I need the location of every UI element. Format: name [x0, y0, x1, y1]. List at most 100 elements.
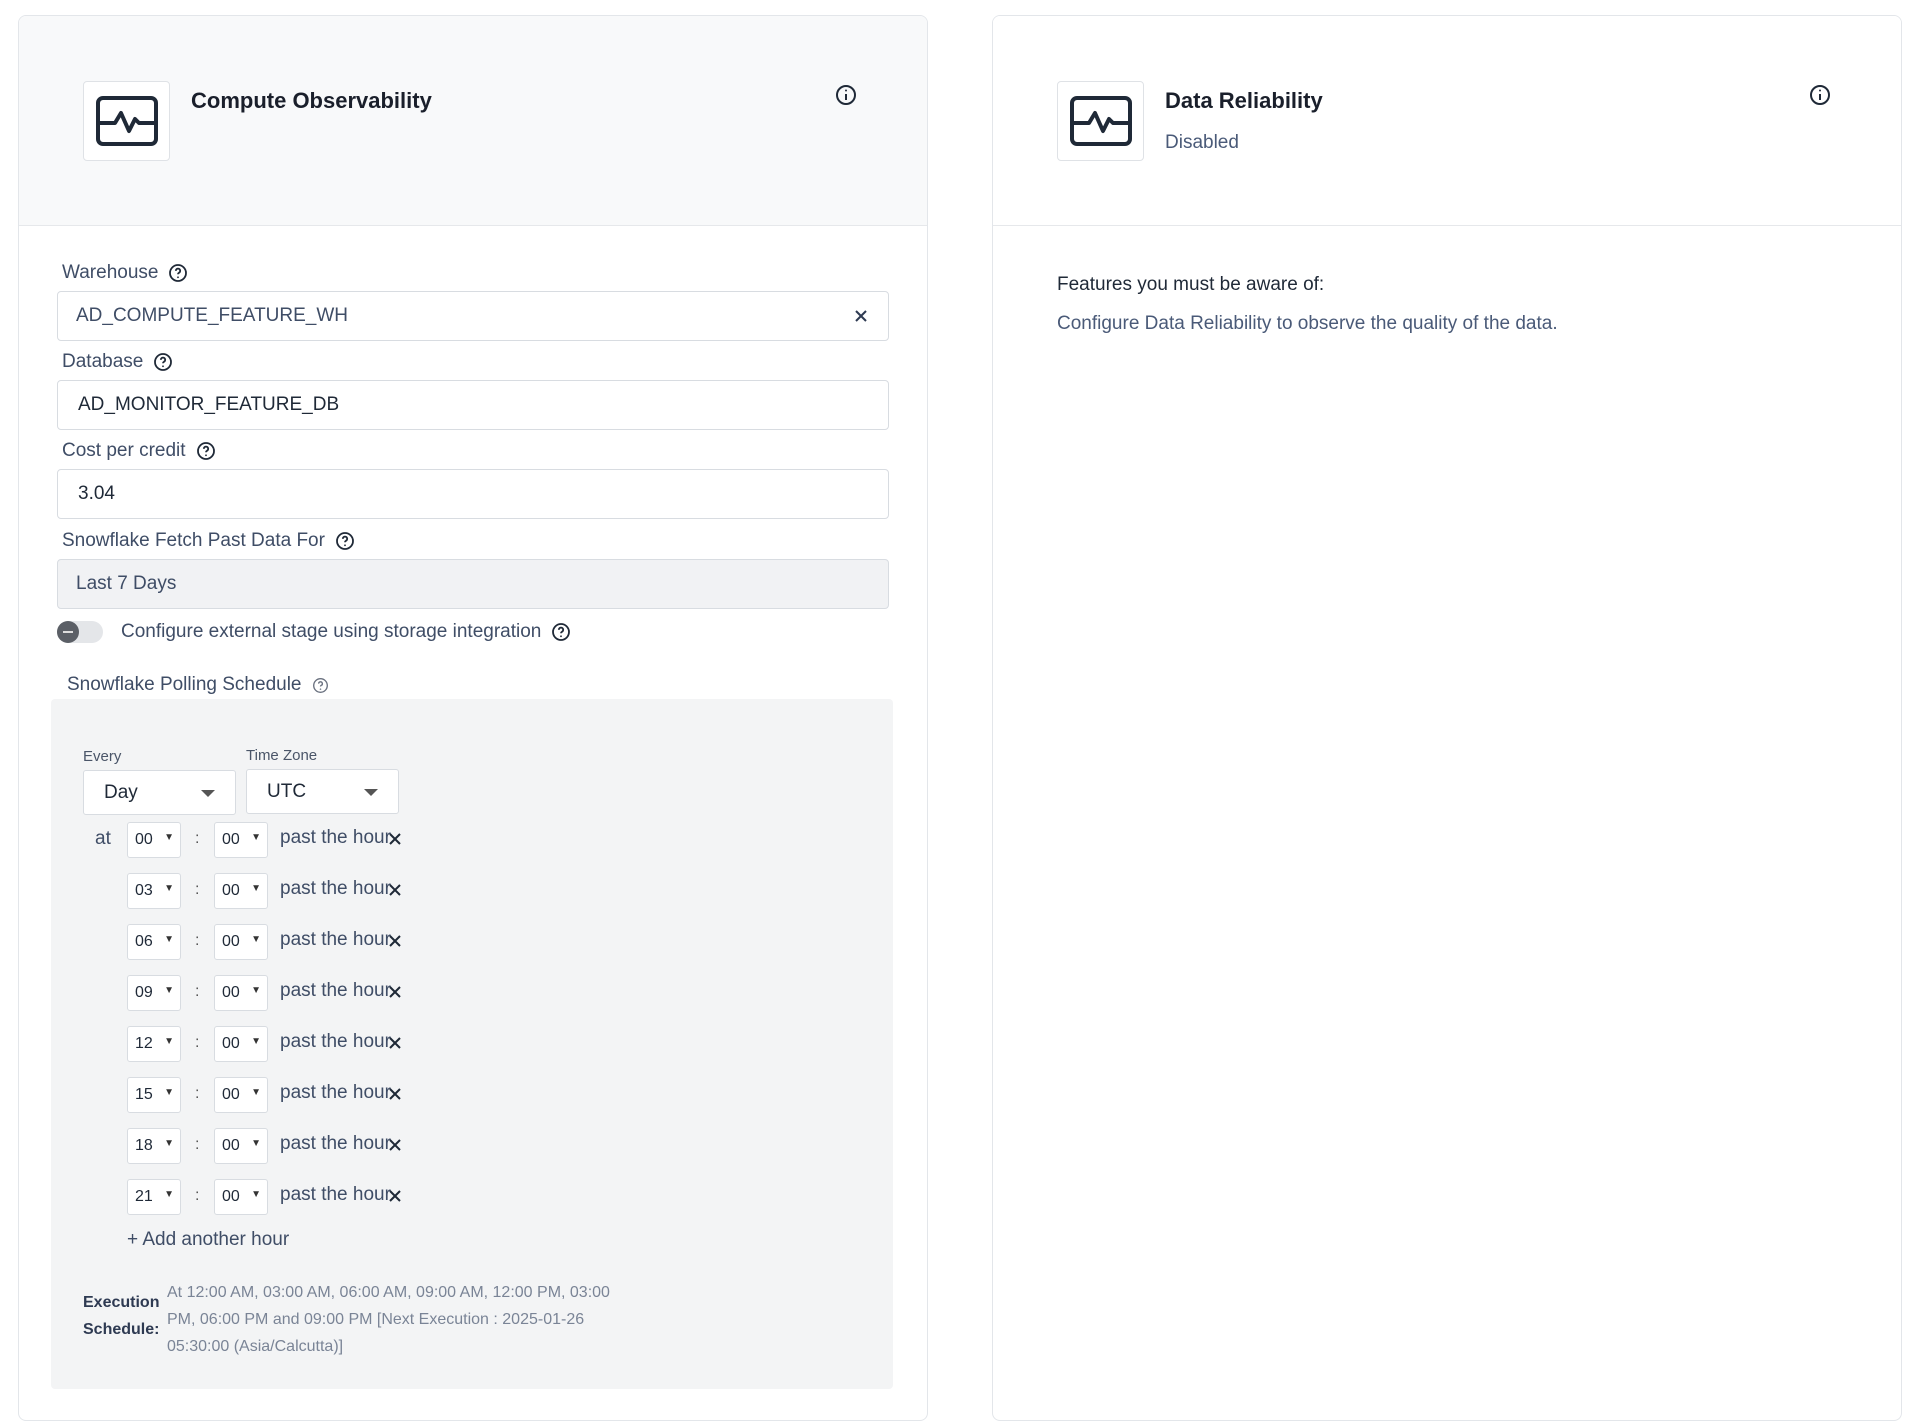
hour-select[interactable]: 12 ▼: [127, 1026, 181, 1062]
help-icon[interactable]: [335, 531, 355, 551]
minute-value: 00: [222, 882, 240, 899]
database-label: Database: [62, 351, 173, 373]
past-the-hour-label: past the hour: [280, 878, 391, 899]
hour-row: 06 ▼: 00 ▼ past the hour: [51, 924, 451, 962]
timezone-value: UTC: [267, 780, 307, 802]
caret-down-icon: ▼: [251, 985, 261, 996]
minute-select[interactable]: 00 ▼: [214, 873, 268, 909]
time-separator: :: [195, 983, 200, 1000]
minute-select[interactable]: 00 ▼: [214, 924, 268, 960]
minute-select[interactable]: 00 ▼: [214, 1128, 268, 1164]
features-aware-text: Configure Data Reliability to observe th…: [1057, 313, 1558, 334]
minute-select[interactable]: 00 ▼: [214, 822, 268, 858]
hour-select[interactable]: 00 ▼: [127, 822, 181, 858]
hour-row: at 00 ▼: 00 ▼ past the hour: [51, 822, 451, 860]
caret-down-icon: ▼: [164, 832, 174, 843]
info-icon[interactable]: [1809, 84, 1831, 106]
minute-value: 00: [222, 933, 240, 950]
help-icon[interactable]: [153, 352, 173, 372]
fetch-past-data-select: Last 7 Days: [57, 559, 889, 609]
hour-value: 03: [135, 882, 153, 899]
minute-value: 00: [222, 984, 240, 1001]
every-select[interactable]: Day: [83, 770, 236, 815]
hour-select[interactable]: 03 ▼: [127, 873, 181, 909]
compute-card-title: Compute Observability: [191, 88, 432, 113]
activity-monitor-icon: [1057, 81, 1144, 161]
minute-select[interactable]: 00 ▼: [214, 975, 268, 1011]
caret-down-icon: ▼: [164, 934, 174, 945]
timezone-label: Time Zone: [246, 747, 318, 764]
time-separator: :: [195, 932, 200, 949]
hour-row: 15 ▼: 00 ▼ past the hour: [51, 1077, 451, 1115]
hour-row: 09 ▼: 00 ▼ past the hour: [51, 975, 451, 1013]
minute-select[interactable]: 00 ▼: [214, 1077, 268, 1113]
caret-down-icon: ▼: [164, 1036, 174, 1047]
minute-select[interactable]: 00 ▼: [214, 1026, 268, 1062]
add-another-hour-button[interactable]: + Add another hour: [127, 1229, 289, 1251]
fetch-label-text: Snowflake Fetch Past Data For: [62, 530, 325, 551]
at-label: at: [95, 828, 111, 849]
hour-value: 18: [135, 1137, 153, 1154]
caret-down-icon: ▼: [251, 1138, 261, 1149]
caret-down-icon: ▼: [164, 1138, 174, 1149]
remove-hour-icon[interactable]: [387, 882, 403, 898]
remove-hour-icon[interactable]: [387, 984, 403, 1000]
caret-down-icon: ▼: [164, 883, 174, 894]
help-icon[interactable]: [551, 622, 571, 642]
minute-value: 00: [222, 1035, 240, 1052]
hour-select[interactable]: 15 ▼: [127, 1077, 181, 1113]
caret-down-icon: ▼: [251, 1087, 261, 1098]
execution-schedule-text: At 12:00 AM, 03:00 AM, 06:00 AM, 09:00 A…: [167, 1284, 610, 1355]
caret-down-icon: ▼: [251, 883, 261, 894]
time-separator: :: [195, 1187, 200, 1204]
minute-value: 00: [222, 831, 240, 848]
help-icon[interactable]: [196, 441, 216, 461]
remove-hour-icon[interactable]: [387, 933, 403, 949]
cost-per-credit-input[interactable]: 3.04: [57, 469, 889, 519]
past-the-hour-label: past the hour: [280, 1184, 391, 1205]
compute-card-header: Compute Observability: [19, 16, 927, 226]
cost-label-text: Cost per credit: [62, 440, 186, 461]
reliability-card-title: Data Reliability: [1165, 88, 1323, 113]
external-stage-toggle[interactable]: [57, 621, 103, 643]
cost-label: Cost per credit: [62, 440, 216, 462]
help-icon[interactable]: [168, 263, 188, 283]
remove-hour-icon[interactable]: [387, 831, 403, 847]
hour-row: 18 ▼: 00 ▼ past the hour: [51, 1128, 451, 1166]
caret-down-icon: ▼: [164, 985, 174, 996]
polling-schedule-title-text: Snowflake Polling Schedule: [67, 674, 302, 695]
hour-select[interactable]: 09 ▼: [127, 975, 181, 1011]
compute-observability-card: Compute Observability Warehouse AD_COMPU…: [18, 15, 928, 1421]
hour-select[interactable]: 18 ▼: [127, 1128, 181, 1164]
hour-value: 21: [135, 1188, 153, 1205]
past-the-hour-label: past the hour: [280, 827, 391, 848]
minute-select[interactable]: 00 ▼: [214, 1179, 268, 1215]
timezone-select[interactable]: UTC: [246, 769, 399, 814]
caret-down-icon: [201, 790, 215, 797]
remove-hour-icon[interactable]: [387, 1086, 403, 1102]
clear-icon[interactable]: [852, 307, 870, 325]
hour-select[interactable]: 21 ▼: [127, 1179, 181, 1215]
caret-down-icon: ▼: [164, 1087, 174, 1098]
caret-down-icon: [364, 789, 378, 796]
help-icon[interactable]: [312, 677, 329, 694]
remove-hour-icon[interactable]: [387, 1035, 403, 1051]
database-input[interactable]: AD_MONITOR_FEATURE_DB: [57, 380, 889, 430]
time-separator: :: [195, 1034, 200, 1051]
warehouse-value: AD_COMPUTE_FEATURE_WH: [76, 305, 349, 326]
remove-hour-icon[interactable]: [387, 1188, 403, 1204]
warehouse-label: Warehouse: [62, 262, 188, 284]
warehouse-select[interactable]: AD_COMPUTE_FEATURE_WH: [57, 291, 889, 341]
past-the-hour-label: past the hour: [280, 1133, 391, 1154]
hour-row: 03 ▼: 00 ▼ past the hour: [51, 873, 451, 911]
hour-value: 15: [135, 1086, 153, 1103]
fetch-label: Snowflake Fetch Past Data For: [62, 530, 355, 552]
hour-value: 09: [135, 984, 153, 1001]
remove-hour-icon[interactable]: [387, 1137, 403, 1153]
hour-select[interactable]: 06 ▼: [127, 924, 181, 960]
minute-value: 00: [222, 1137, 240, 1154]
database-label-text: Database: [62, 351, 144, 372]
time-separator: :: [195, 1085, 200, 1102]
caret-down-icon: ▼: [164, 1189, 174, 1200]
info-icon[interactable]: [835, 84, 857, 106]
